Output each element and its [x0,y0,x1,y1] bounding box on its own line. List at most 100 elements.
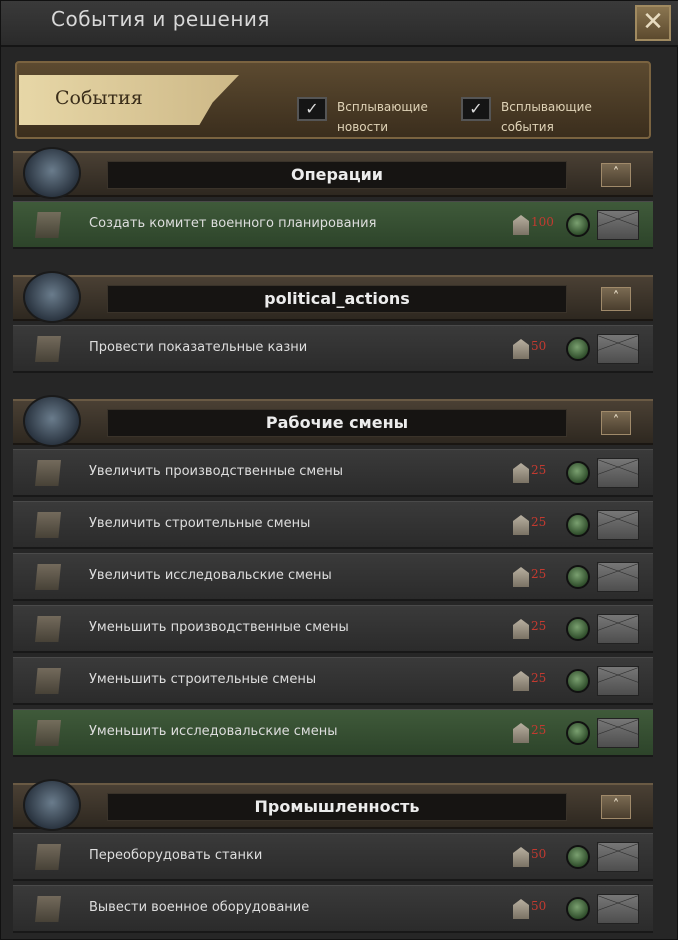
decision-row[interactable]: Уменьшить строительные смены 25 [13,657,653,705]
envelope-icon[interactable] [597,562,639,592]
decision-cost: 25 [531,567,547,581]
decision-row[interactable]: Создать комитет военного планирования 100 [13,201,653,249]
category-title: Промышленность [107,793,567,821]
political-power-icon [513,899,529,919]
envelope-icon[interactable] [597,718,639,748]
popup-news-label: Всплывающие новости [337,97,428,137]
category-header: Промышленность ˄ [13,779,653,831]
decision-label: Провести показательные казни [89,340,308,355]
decision-cost: 25 [531,619,547,633]
envelope-icon[interactable] [597,666,639,696]
envelope-icon[interactable] [597,842,639,872]
envelope-icon[interactable] [597,210,639,240]
decision-label: Увеличить производственные смены [89,464,343,479]
category-emblem-icon [23,147,81,199]
decision-icon [35,896,61,922]
decision-cost: 25 [531,515,547,529]
decision-cost: 25 [531,463,547,477]
decision-icon [35,668,61,694]
decision-cost: 25 [531,671,547,685]
available-indicator-icon [566,461,590,485]
popup-events-label: Всплывающие события [501,97,592,137]
decision-row[interactable]: Уменьшить производственные смены 25 [13,605,653,653]
political-power-icon [513,723,529,743]
political-power-icon [513,567,529,587]
category-emblem-icon [23,395,81,447]
decision-row[interactable]: Увеличить производственные смены 25 [13,449,653,497]
events-decisions-window: События и решения ✕ События ✓ Всплывающи… [0,0,678,940]
category-header: political_actions ˄ [13,271,653,323]
decision-icon [35,564,61,590]
decision-row[interactable]: Увеличить исследовальские смены 25 [13,553,653,601]
category-title: Рабочие смены [107,409,567,437]
decision-icon [35,844,61,870]
window-title: События и решения [51,7,270,31]
political-power-icon [513,515,529,535]
checkmark-icon: ✓ [469,99,483,118]
available-indicator-icon [566,213,590,237]
decision-icon [35,720,61,746]
collapse-button[interactable]: ˄ [601,411,631,435]
decision-label: Переоборудовать станки [89,848,263,863]
decision-row[interactable]: Переоборудовать станки 50 [13,833,653,881]
decision-icon [35,212,61,238]
category-header: Рабочие смены ˄ [13,395,653,447]
popup-events-label-line1: Всплывающие [501,100,592,114]
decision-icon [35,460,61,486]
decision-cost: 25 [531,723,547,737]
category-title: Операции [107,161,567,189]
popup-events-label-line2: события [501,120,554,134]
envelope-icon[interactable] [597,510,639,540]
category-title: political_actions [107,285,567,313]
decision-label: Увеличить исследовальские смены [89,568,332,583]
available-indicator-icon [566,565,590,589]
checkmark-icon: ✓ [305,99,319,118]
decision-row[interactable]: Провести показательные казни 50 [13,325,653,373]
decision-label: Уменьшить исследовальские смены [89,724,338,739]
political-power-icon [513,339,529,359]
political-power-icon [513,463,529,483]
decision-cost: 50 [531,899,547,913]
envelope-icon[interactable] [597,334,639,364]
decision-label: Уменьшить строительные смены [89,672,317,687]
available-indicator-icon [566,617,590,641]
collapse-button[interactable]: ˄ [601,287,631,311]
decision-label: Создать комитет военного планирования [89,216,377,231]
popup-news-label-line2: новости [337,120,388,134]
political-power-icon [513,619,529,639]
decision-label: Уменьшить производственные смены [89,620,349,635]
available-indicator-icon [566,845,590,869]
decision-row[interactable]: Вывести военное оборудование 50 [13,885,653,933]
envelope-icon[interactable] [597,894,639,924]
popup-news-checkbox[interactable]: ✓ [297,97,327,121]
popup-events-checkbox[interactable]: ✓ [461,97,491,121]
available-indicator-icon [566,897,590,921]
category-emblem-icon [23,779,81,831]
political-power-icon [513,847,529,867]
close-button[interactable]: ✕ [635,5,671,41]
decision-icon [35,512,61,538]
envelope-icon[interactable] [597,458,639,488]
decision-label: Вывести военное оборудование [89,900,310,915]
decision-label: Увеличить строительные смены [89,516,311,531]
decision-icon [35,616,61,642]
political-power-icon [513,215,529,235]
events-tab-label: События [55,87,143,109]
category-header: Операции ˄ [13,147,653,199]
political-power-icon [513,671,529,691]
category-emblem-icon [23,271,81,323]
available-indicator-icon [566,721,590,745]
popup-news-label-line1: Всплывающие [337,100,428,114]
available-indicator-icon [566,513,590,537]
envelope-icon[interactable] [597,614,639,644]
available-indicator-icon [566,669,590,693]
decision-row[interactable]: Увеличить строительные смены 25 [13,501,653,549]
collapse-button[interactable]: ˄ [601,795,631,819]
collapse-button[interactable]: ˄ [601,163,631,187]
decision-cost: 100 [531,215,554,229]
title-bar: События и решения ✕ [1,1,678,47]
decision-cost: 50 [531,847,547,861]
decision-row[interactable]: Уменьшить исследовальские смены 25 [13,709,653,757]
decision-cost: 50 [531,339,547,353]
decision-icon [35,336,61,362]
